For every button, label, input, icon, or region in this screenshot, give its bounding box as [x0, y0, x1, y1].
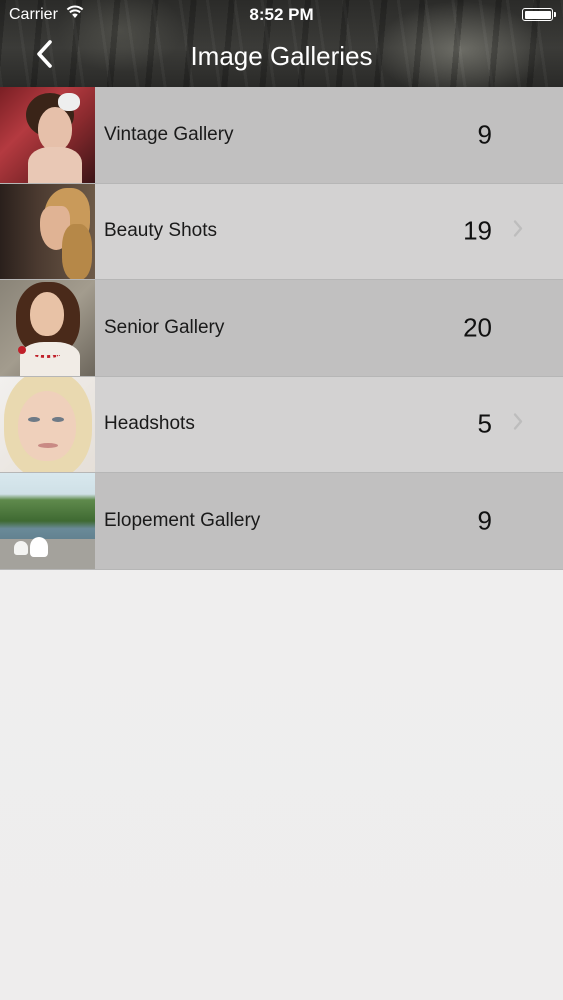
- battery-icon: [522, 8, 556, 21]
- senior-gallery-thumbnail: [0, 280, 95, 376]
- gallery-row-senior[interactable]: Senior Gallery 20: [0, 280, 563, 377]
- chevron-right-icon: [512, 219, 524, 244]
- gallery-count: 9: [477, 119, 492, 150]
- vintage-gallery-thumbnail: [0, 87, 95, 183]
- chevron-right-icon: [512, 412, 524, 437]
- gallery-row-vintage[interactable]: Vintage Gallery 9: [0, 87, 563, 184]
- headshots-thumbnail: [0, 376, 95, 472]
- gallery-count: 19: [463, 215, 492, 246]
- navigation-bar: Carrier 8:52 PM Image Galleries: [0, 0, 563, 87]
- beauty-shots-thumbnail: [0, 183, 95, 279]
- gallery-count: 9: [477, 505, 492, 536]
- gallery-count: 5: [477, 408, 492, 439]
- gallery-row-beauty[interactable]: Beauty Shots 19: [0, 183, 563, 280]
- empty-background: [0, 570, 563, 1000]
- gallery-row-elopement[interactable]: Elopement Gallery 9: [0, 473, 563, 570]
- gallery-row-headshots[interactable]: Headshots 5: [0, 376, 563, 473]
- gallery-list: Vintage Gallery 9 Beauty Shots 19 Senior…: [0, 87, 563, 570]
- gallery-label: Elopement Gallery: [104, 509, 261, 531]
- gallery-label: Beauty Shots: [104, 220, 218, 242]
- gallery-label: Vintage Gallery: [104, 123, 234, 145]
- page-title: Image Galleries: [190, 41, 373, 71]
- status-time: 8:52 PM: [249, 5, 314, 24]
- elopement-gallery-thumbnail: [0, 473, 95, 569]
- gallery-count: 20: [463, 312, 492, 343]
- status-bar: Carrier 8:52 PM: [0, 0, 563, 30]
- gallery-label: Headshots: [104, 413, 195, 435]
- gallery-label: Senior Gallery: [104, 316, 225, 338]
